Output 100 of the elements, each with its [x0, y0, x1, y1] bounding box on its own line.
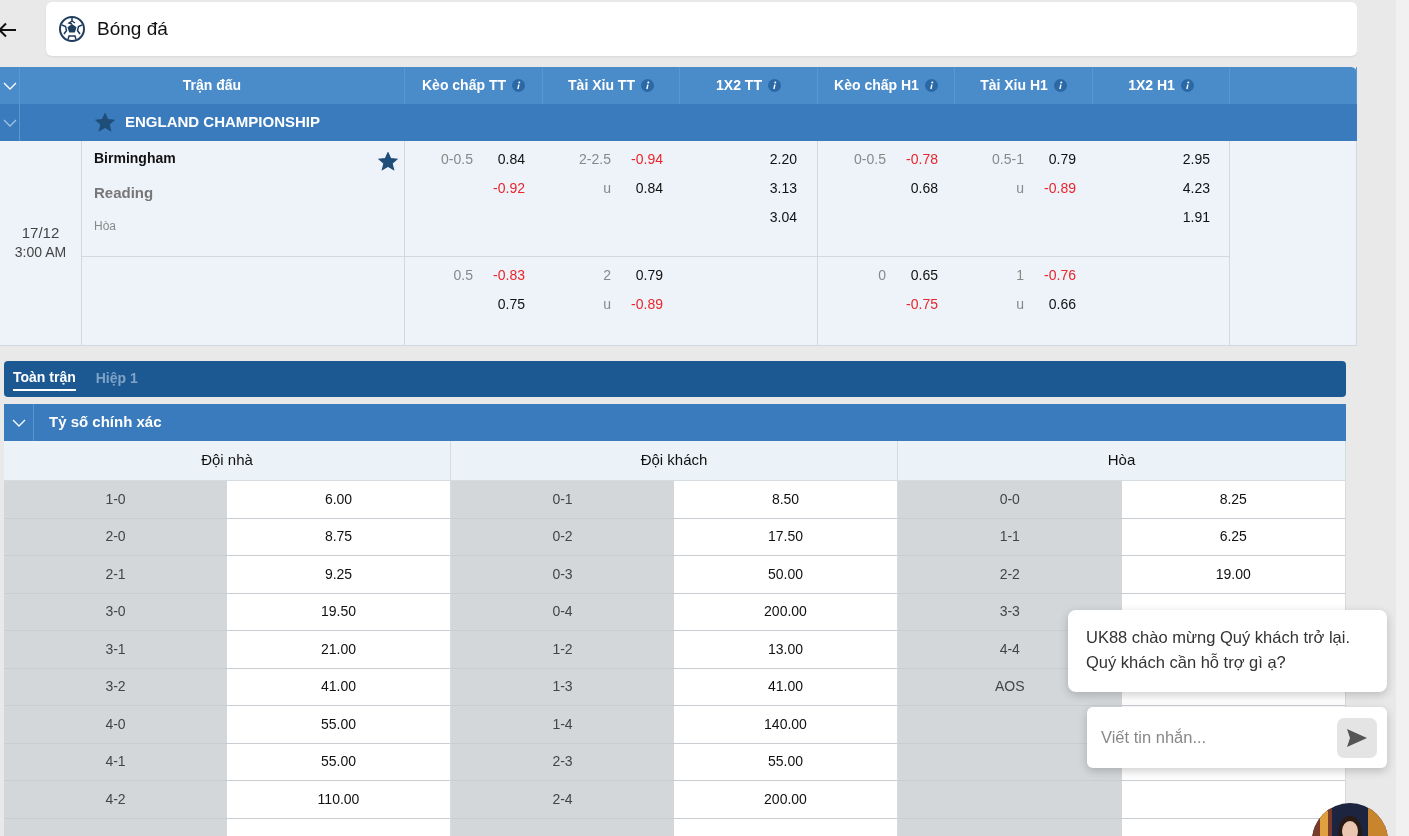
- score-cell[interactable]: 3-2: [4, 668, 227, 706]
- odds-cell[interactable]: 41.00: [674, 668, 897, 706]
- odds-value[interactable]: -0.92: [473, 178, 525, 199]
- odds-cell[interactable]: 8.25: [1121, 481, 1345, 519]
- odds-cell[interactable]: 8.50: [674, 481, 897, 519]
- score-cell[interactable]: 0-3: [451, 556, 674, 594]
- score-cell[interactable]: 4-1: [4, 743, 227, 781]
- score-cell[interactable]: 1-4: [451, 706, 674, 744]
- score-cell[interactable]: 0-4: [451, 593, 674, 631]
- info-icon[interactable]: [640, 79, 654, 92]
- odds-value[interactable]: -0.76: [1024, 265, 1076, 286]
- score-cell[interactable]: 0-1: [451, 481, 674, 519]
- score-cell[interactable]: 2-4: [451, 781, 674, 819]
- odds-cell[interactable]: 55.00: [674, 743, 897, 781]
- league-name: ENGLAND CHAMPIONSHIP: [125, 112, 320, 133]
- score-cell[interactable]: 2-3: [451, 743, 674, 781]
- send-button[interactable]: [1337, 717, 1377, 758]
- total-line: 0.5-1: [991, 150, 1024, 169]
- odds-cell[interactable]: 21.00: [227, 631, 450, 669]
- market-header[interactable]: Tỷ số chính xác: [4, 404, 1346, 441]
- info-icon[interactable]: [924, 79, 938, 92]
- handicap-line: 0-0.5: [853, 150, 886, 169]
- score-cell[interactable]: 1-0: [4, 481, 227, 519]
- info-icon[interactable]: [1053, 79, 1067, 92]
- odds-value[interactable]: -0.89: [1024, 178, 1076, 199]
- odds-cell[interactable]: 9.25: [227, 556, 450, 594]
- odds-cell[interactable]: 200.00: [674, 781, 897, 819]
- under-label: u: [1015, 179, 1024, 198]
- total-line: 2-2.5: [578, 150, 611, 169]
- odds-value[interactable]: -0.75: [886, 294, 938, 315]
- league-header[interactable]: ENGLAND CHAMPIONSHIP: [0, 104, 1357, 141]
- odds-value[interactable]: 0.84: [611, 178, 663, 199]
- odds-value[interactable]: -0.78: [886, 149, 938, 170]
- odds-cell[interactable]: 55.00: [227, 706, 450, 744]
- score-cell[interactable]: 3-1: [4, 631, 227, 669]
- team-name: Birmingham: [94, 149, 176, 168]
- odds-cell[interactable]: 6.00: [227, 481, 450, 519]
- odds-cell[interactable]: 140.00: [674, 706, 897, 744]
- send-icon: [1346, 727, 1368, 748]
- market-title: Tỷ số chính xác: [49, 412, 162, 433]
- odds-cell[interactable]: 19.50: [227, 593, 450, 631]
- odds-cell[interactable]: 50.00: [674, 556, 897, 594]
- score-cell[interactable]: 2-0: [4, 518, 227, 556]
- odds-cell[interactable]: 110.00: [227, 781, 450, 819]
- odds-value[interactable]: 0.68: [886, 178, 938, 199]
- info-icon[interactable]: [1180, 79, 1194, 92]
- under-label: u: [602, 179, 611, 198]
- message-field[interactable]: Viết tin nhắn...: [1099, 724, 1337, 751]
- score-cell[interactable]: 4-2: [4, 781, 227, 819]
- odds-cell[interactable]: 41.00: [227, 668, 450, 706]
- match-time: 3:00 AM: [14, 242, 67, 262]
- odds-value[interactable]: 2.95: [1182, 145, 1210, 174]
- odds-value[interactable]: 0.66: [1024, 294, 1076, 315]
- odds-value[interactable]: 0.75: [473, 294, 525, 315]
- odds-value[interactable]: 0.79: [611, 265, 663, 286]
- soccer-ball-icon: [59, 16, 85, 42]
- odds-value[interactable]: 3.04: [769, 203, 797, 232]
- tab[interactable]: Toàn trận: [13, 367, 76, 391]
- star-icon[interactable]: [95, 113, 115, 132]
- team-name: Reading: [94, 183, 154, 203]
- column-header: Tài Xỉu TT: [568, 76, 635, 95]
- column-header: 1X2 H1: [1128, 76, 1175, 95]
- score-cell[interactable]: 1-1: [898, 518, 1122, 556]
- score-cell[interactable]: 1-3: [451, 668, 674, 706]
- odds-value[interactable]: 0.65: [886, 265, 938, 286]
- under-label: u: [602, 295, 611, 314]
- score-cell[interactable]: 0-2: [451, 518, 674, 556]
- score-cell[interactable]: 2-2: [898, 556, 1122, 594]
- star-icon[interactable]: [378, 152, 398, 171]
- odds-value[interactable]: 0.84: [473, 149, 525, 170]
- score-cell[interactable]: 1-2: [451, 631, 674, 669]
- odds-cell[interactable]: 17.50: [674, 518, 897, 556]
- odds-cell[interactable]: 55.00: [227, 743, 450, 781]
- odds-cell[interactable]: 200.00: [674, 593, 897, 631]
- match-date: 17/12: [21, 223, 60, 242]
- odds-value[interactable]: 1.91: [1182, 203, 1210, 232]
- under-label: u: [1015, 295, 1024, 314]
- odds-cell[interactable]: 6.25: [1121, 518, 1345, 556]
- page-title: Bóng đá: [97, 16, 168, 41]
- odds-value[interactable]: -0.83: [473, 265, 525, 286]
- column-header: Tài Xỉu H1: [980, 76, 1048, 95]
- chevron-down-icon[interactable]: [2, 118, 17, 127]
- odds-cell[interactable]: 13.00: [674, 631, 897, 669]
- score-cell[interactable]: 4-0: [4, 706, 227, 744]
- info-icon[interactable]: [512, 79, 525, 92]
- score-cell[interactable]: 2-1: [4, 556, 227, 594]
- score-cell[interactable]: 0-0: [898, 481, 1122, 519]
- column-header: Đội nhà: [4, 441, 450, 481]
- odds-value[interactable]: 2.20: [769, 145, 797, 174]
- odds-value[interactable]: -0.89: [611, 294, 663, 315]
- column-header: Đội khách: [451, 441, 897, 481]
- odds-cell[interactable]: 19.00: [1121, 556, 1345, 594]
- back-arrow-icon[interactable]: [0, 22, 17, 38]
- odds-value[interactable]: 3.13: [769, 174, 797, 203]
- odds-value[interactable]: -0.94: [611, 149, 663, 170]
- odds-value[interactable]: 0.79: [1024, 149, 1076, 170]
- odds-cell[interactable]: 8.75: [227, 518, 450, 556]
- odds-value[interactable]: 4.23: [1182, 174, 1210, 203]
- info-icon[interactable]: [767, 79, 781, 92]
- score-cell[interactable]: 3-0: [4, 593, 227, 631]
